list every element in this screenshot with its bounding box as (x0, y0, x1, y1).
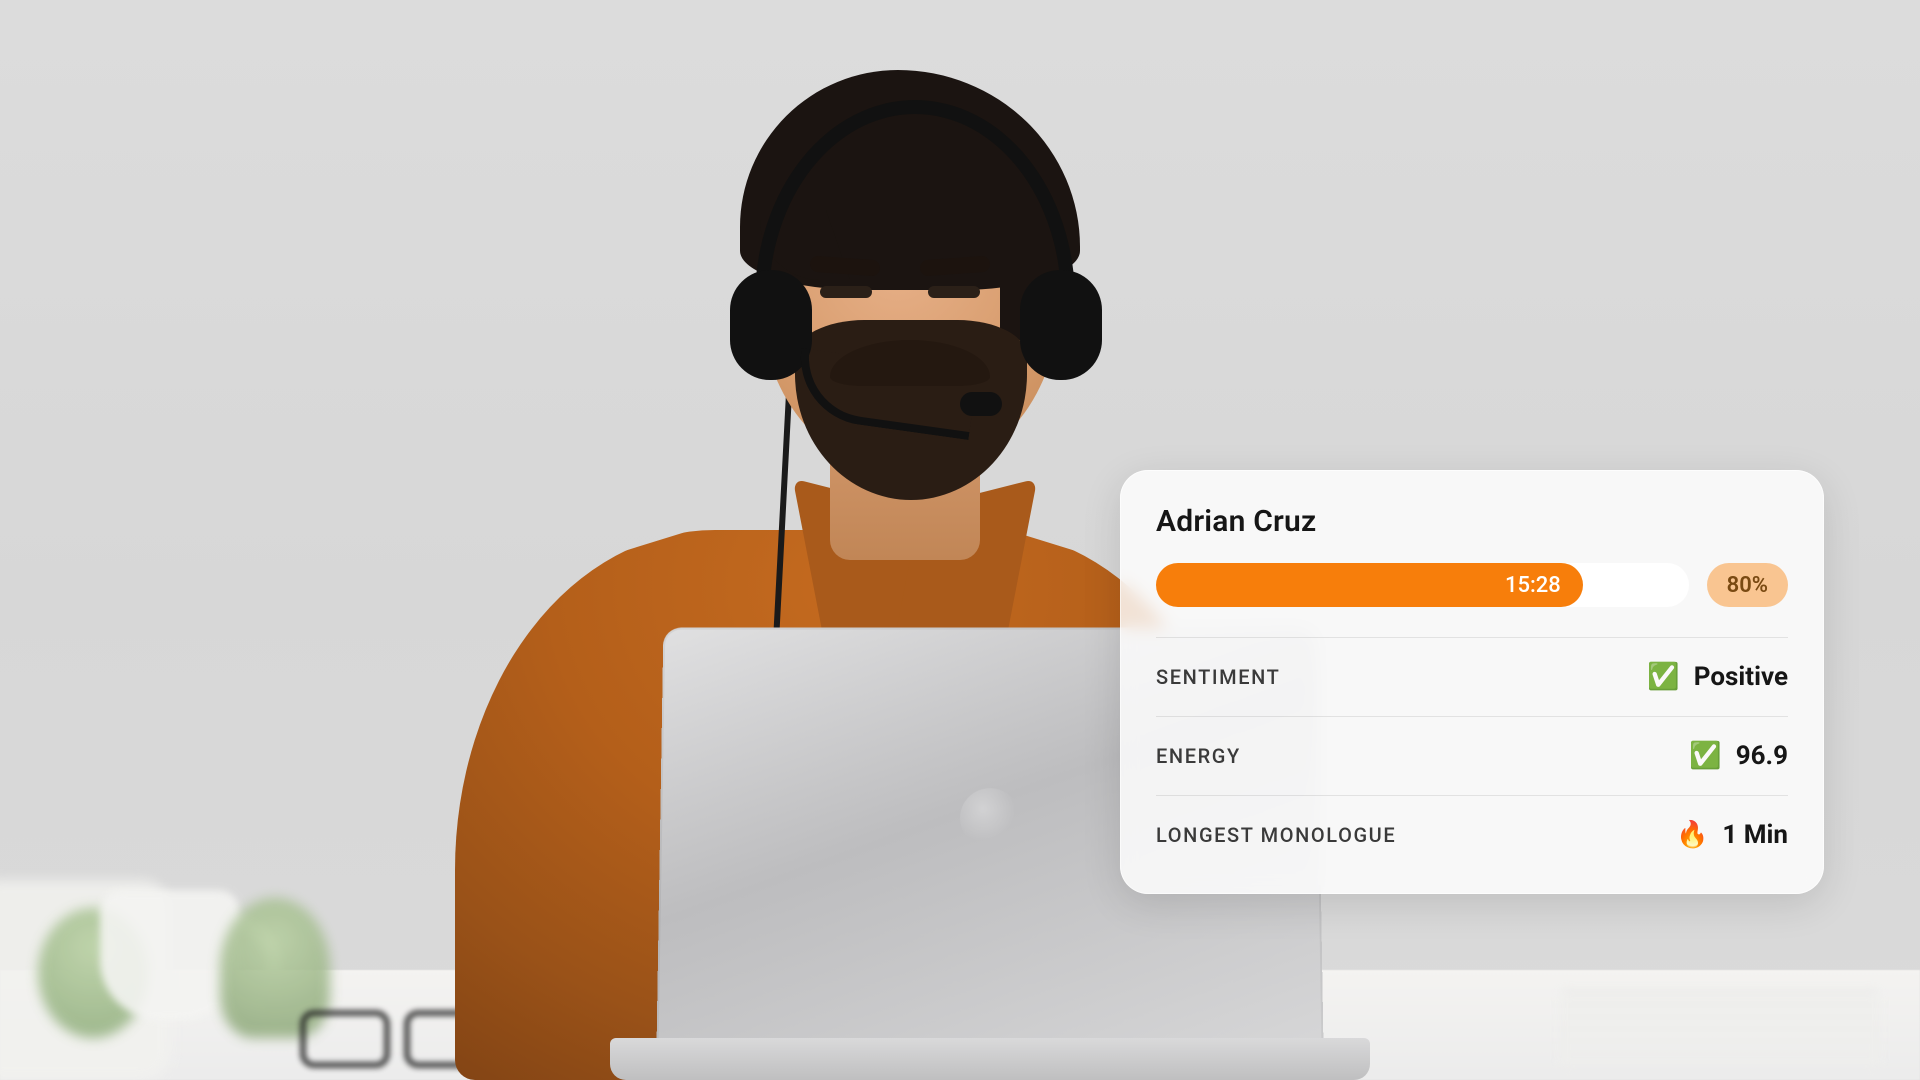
progress-track[interactable]: 15:28 (1156, 563, 1689, 607)
metric-value-text: 96.9 (1736, 741, 1788, 771)
metric-value-text: 1 Min (1722, 820, 1788, 850)
call-analytics-card: Adrian Cruz 15:28 80% SENTIMENT ✅ Positi… (1120, 470, 1824, 894)
metric-value: ✅ 96.9 (1689, 741, 1788, 771)
desk-prop-mug (100, 890, 240, 1020)
background-photo: Adrian Cruz 15:28 80% SENTIMENT ✅ Positi… (0, 0, 1920, 1080)
call-progress: 15:28 80% (1156, 563, 1788, 607)
check-icon: ✅ (1689, 743, 1721, 769)
check-icon: ✅ (1647, 664, 1679, 690)
metric-value-text: Positive (1694, 662, 1788, 692)
elapsed-time: 15:28 (1505, 573, 1561, 598)
progress-fill: 15:28 (1156, 563, 1583, 607)
metric-row-sentiment: SENTIMENT ✅ Positive (1156, 637, 1788, 716)
metric-label: LONGEST MONOLOGUE (1156, 823, 1396, 847)
metric-value: 🔥 1 Min (1676, 820, 1788, 850)
fire-icon: 🔥 (1676, 822, 1708, 848)
metric-row-energy: ENERGY ✅ 96.9 (1156, 716, 1788, 795)
agent-name: Adrian Cruz (1156, 504, 1788, 539)
metric-row-longest-monologue: LONGEST MONOLOGUE 🔥 1 Min (1156, 795, 1788, 874)
metric-value: ✅ Positive (1647, 662, 1788, 692)
metric-label: ENERGY (1156, 744, 1241, 768)
desk-prop-papers (1560, 990, 1880, 1070)
progress-percent-badge: 80% (1707, 563, 1788, 607)
metric-label: SENTIMENT (1156, 665, 1280, 689)
